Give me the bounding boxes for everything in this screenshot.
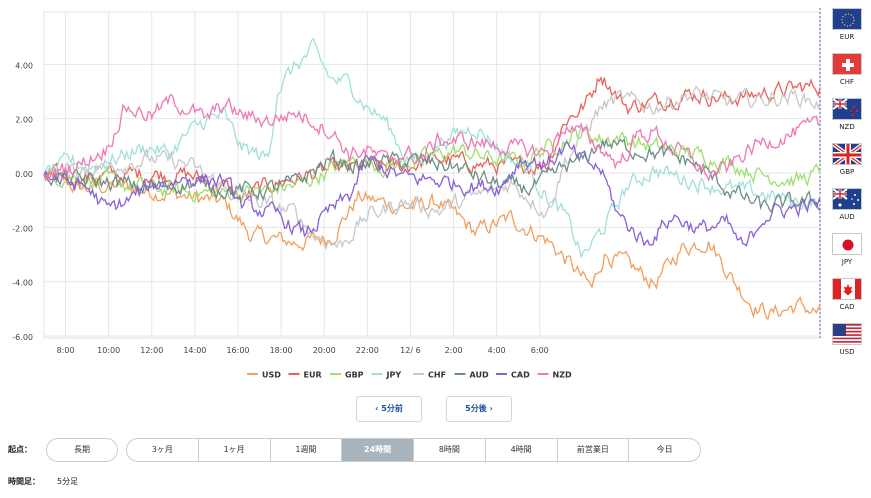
period-button[interactable]: 4時間 [486,439,558,461]
flag-label: AUD [839,213,855,221]
flag-item-chf[interactable]: CHF [830,53,864,97]
start-point-label: 起点： [8,445,32,454]
flag-item-usd[interactable]: USD [830,323,864,367]
period-selector: 3ヶ月 1ヶ月 1週間 24時間 8時間 4時間 前営業日 今日 [126,438,701,462]
interval-value: 5分足 [57,477,79,486]
x-tick-label: 18:00 [270,346,293,355]
y-tick-label: 4.00 [15,61,33,70]
period-button[interactable]: 3ヶ月 [127,439,199,461]
period-button[interactable]: 前営業日 [558,439,630,461]
legend-label-jpy: JPY [386,371,402,380]
period-button[interactable]: 24時間 [342,439,414,461]
interval-label: 時間足： [8,477,40,486]
x-tick-label: 20:00 [313,346,336,355]
legend: USD EUR GBP JPY CHF AUD CAD NZD [247,371,572,380]
x-tick-label: 8:00 [57,346,75,355]
x-tick-label: 22:00 [356,346,379,355]
start-long-button[interactable]: 長期 [46,438,118,462]
period-button[interactable]: 1ヶ月 [199,439,271,461]
legend-label-chf: CHF [428,371,446,380]
flag-item-eur[interactable]: EUR [830,8,864,52]
currency-strength-chart: 4.00 2.00 0.00 -2.00 -4.00 -6.00 8:00 10:00 12:0… [12,8,821,380]
x-tick-label: 10:00 [97,346,120,355]
chart-page: 4.00 2.00 0.00 -2.00 -4.00 -6.00 8:00 10:00 12:0… [0,0,871,498]
flag-label: NZD [839,123,855,131]
legend-label-aud: AUD [470,371,489,380]
legend-label-usd: USD [262,371,281,380]
legend-label-cad: CAD [511,371,530,380]
legend-label-eur: EUR [304,371,322,380]
prev-5min-button[interactable]: ‹ 5分前 [356,396,422,422]
period-button[interactable]: 今日 [629,439,700,461]
flag-item-jpy[interactable]: JPY [830,233,864,277]
x-tick-label: 6:00 [531,346,549,355]
legend-label-nzd: NZD [553,371,572,380]
x-tick-label: 2:00 [445,346,463,355]
flag-label: GBP [839,168,855,176]
flag-label: JPY [841,258,853,266]
x-tick-label: 12/ 6 [400,346,421,355]
nzd-flag-icon [832,98,862,120]
flag-item-gbp[interactable]: GBP [830,143,864,187]
flag-label: EUR [839,33,855,41]
jpy-flag-icon [832,233,862,255]
cad-flag-icon [832,278,862,300]
x-tick-label: 14:00 [183,346,206,355]
x-tick-label: 12:00 [140,346,163,355]
flag-item-cad[interactable]: CAD [830,278,864,322]
usd-flag-icon [832,323,862,345]
legend-label-gbp: GBP [345,371,364,380]
x-tick-label: 4:00 [488,346,506,355]
currency-flag-panel: EUR CHF NZD GBP AUD JPY CAD USD [822,8,871,360]
y-tick-label: 2.00 [15,116,33,125]
flag-label: USD [839,348,855,356]
eur-flag-icon [832,8,862,30]
y-tick-label: -4.00 [12,279,33,288]
y-tick-label: 0.00 [15,170,33,179]
next-5min-button[interactable]: 5分後 › [446,396,512,422]
flag-label: CAD [839,303,855,311]
x-tick-label: 16:00 [226,346,249,355]
y-tick-label: -6.00 [12,333,33,342]
chf-flag-icon [832,53,862,75]
flag-item-nzd[interactable]: NZD [830,98,864,142]
period-button[interactable]: 8時間 [414,439,486,461]
period-button[interactable]: 1週間 [271,439,343,461]
gbp-flag-icon [832,143,862,165]
y-tick-label: -2.00 [12,224,33,233]
aud-flag-icon [832,188,862,210]
flag-item-aud[interactable]: AUD [830,188,864,232]
flag-label: CHF [839,78,855,86]
